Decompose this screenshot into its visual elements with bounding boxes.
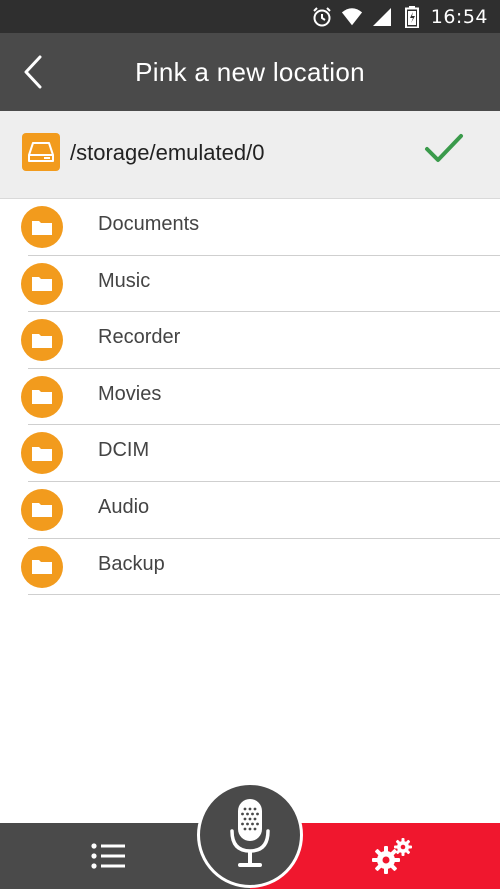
list-item[interactable]: DCIM — [0, 425, 500, 482]
list-item[interactable]: Music — [0, 256, 500, 313]
folder-label: Recorder — [98, 326, 181, 349]
folder-label: Documents — [98, 213, 200, 235]
current-path: /storage/emulated/0 — [70, 140, 265, 165]
list-item[interactable]: Movies — [0, 369, 500, 426]
list-item[interactable]: Backup — [0, 539, 500, 596]
folder-icon — [21, 432, 63, 475]
alarm-icon — [311, 6, 333, 28]
battery-icon — [401, 5, 423, 28]
folder-icon — [21, 545, 63, 588]
list-item[interactable]: Recorder — [0, 312, 500, 369]
folder-icon — [21, 262, 63, 305]
list-icon — [91, 843, 125, 869]
microphone-icon — [230, 799, 270, 867]
wifi-icon — [341, 6, 363, 28]
list-item[interactable]: Documents — [0, 199, 500, 256]
status-bar: 16:54 — [0, 0, 500, 33]
gear-icon — [372, 838, 412, 874]
folder-list: Documents Music Recorder Movies DCIM Aud — [0, 199, 500, 596]
page-title: Pink a new location — [135, 56, 365, 87]
folder-label: Music — [98, 269, 151, 292]
folder-label: Backup — [98, 552, 165, 575]
folder-icon — [21, 488, 63, 531]
divider — [28, 594, 500, 596]
folder-icon — [21, 375, 63, 418]
status-time: 16:54 — [430, 5, 488, 28]
folder-label: Audio — [98, 495, 150, 518]
folder-label: Movies — [98, 382, 162, 405]
folder-icon — [21, 319, 63, 362]
record-button[interactable] — [197, 782, 303, 888]
list-item[interactable]: Audio — [0, 482, 500, 539]
back-button[interactable] — [18, 55, 48, 89]
chevron-left-icon — [24, 55, 42, 89]
drive-icon — [22, 133, 60, 171]
checkmark-icon[interactable] — [424, 132, 464, 166]
folder-label: DCIM — [98, 439, 150, 462]
signal-icon — [371, 6, 393, 28]
folder-icon — [21, 206, 63, 248]
app-header: Pink a new location — [0, 33, 500, 111]
